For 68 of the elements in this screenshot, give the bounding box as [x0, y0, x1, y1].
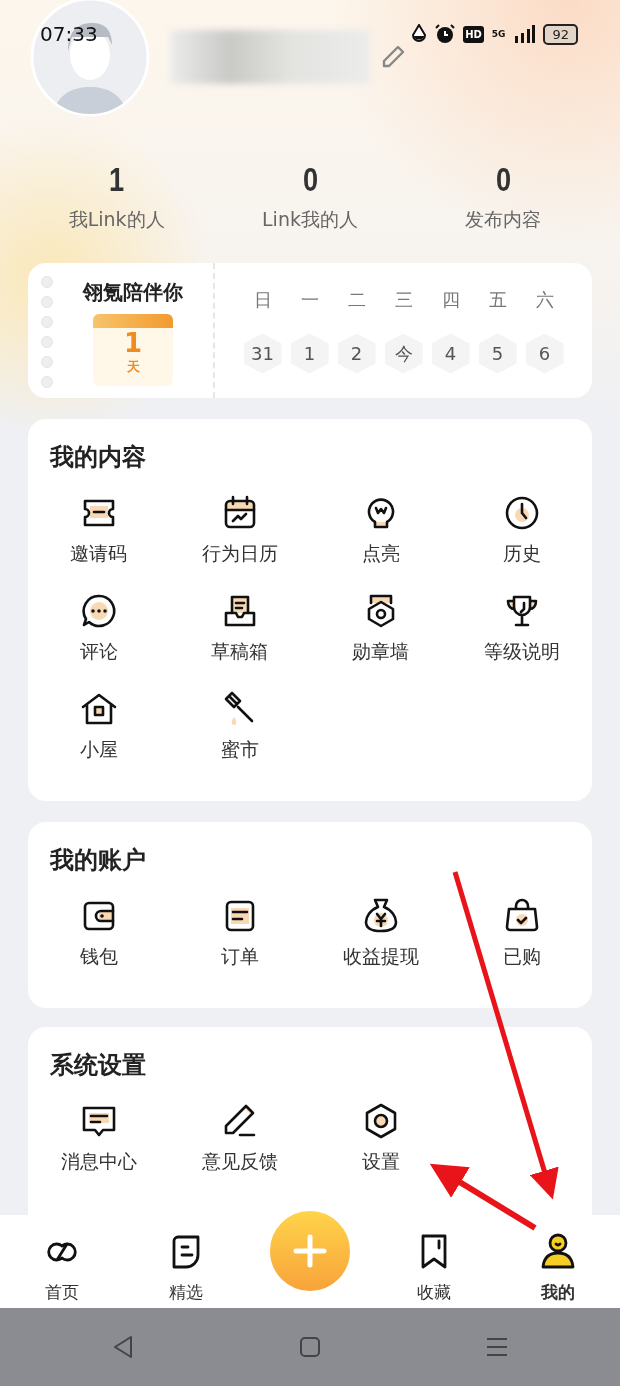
- clock-time: 07:33: [40, 22, 98, 46]
- back-icon[interactable]: [112, 1335, 135, 1359]
- stat-count: 0: [495, 160, 511, 199]
- stat-count: 0: [302, 160, 318, 199]
- date-cell: 今: [384, 333, 423, 374]
- menu-item-label[interactable]: 设置: [361, 1149, 400, 1175]
- companion-title: 翎氪陪伴你: [83, 279, 183, 306]
- menu-item-label[interactable]: 小屋: [79, 737, 118, 763]
- hd-badge: HD: [463, 25, 484, 43]
- date-cell: 1: [290, 333, 329, 374]
- menu-item-label[interactable]: 历史: [502, 541, 541, 567]
- tab-bar-item[interactable]: 收藏: [372, 1215, 496, 1308]
- tab-label: 首页: [45, 1281, 79, 1304]
- day-counter: 1 天: [93, 314, 173, 386]
- menu-item-label[interactable]: 评论: [79, 639, 118, 665]
- weekday-label: 二: [347, 287, 366, 312]
- date-cell: 6: [525, 333, 564, 374]
- menu-item-label[interactable]: 勋章墙: [352, 639, 409, 665]
- date-cell: 4: [431, 333, 470, 374]
- weekday-label: 五: [488, 287, 507, 312]
- menu-item-label[interactable]: 意见反馈: [201, 1149, 278, 1175]
- tab-label: 我的: [541, 1281, 575, 1304]
- plus-icon: [293, 1234, 327, 1268]
- network-type: 5G: [491, 29, 506, 39]
- section-title: 我的账户: [50, 845, 147, 876]
- binder-hole: [41, 376, 53, 388]
- menu-item-label[interactable]: 消息中心: [60, 1149, 137, 1175]
- binder-hole: [41, 276, 53, 288]
- stat-label[interactable]: Link我的人: [262, 207, 358, 233]
- binder-hole: [41, 336, 53, 348]
- menu-item-label[interactable]: 行为日历: [201, 541, 278, 567]
- tab-bar-item[interactable]: 首页: [0, 1215, 124, 1308]
- home-icon[interactable]: [299, 1336, 321, 1358]
- signal-icon: [513, 24, 536, 44]
- water-drop-icon: [411, 24, 428, 44]
- menu-item-label[interactable]: 收益提现: [342, 944, 419, 970]
- stat-label[interactable]: 发布内容: [465, 207, 542, 233]
- menu-item-label[interactable]: 邀请码: [70, 541, 127, 567]
- binder-hole: [41, 316, 53, 328]
- tab-label: 精选: [169, 1281, 203, 1304]
- menu-item-label[interactable]: 已购: [502, 944, 541, 970]
- weekday-label: 一: [300, 287, 319, 312]
- edit-icon[interactable]: [380, 44, 406, 70]
- date-cell: 31: [243, 333, 282, 374]
- weekday-label: 日: [253, 287, 272, 312]
- weekday-label: 六: [535, 287, 554, 312]
- weekday-label: 三: [394, 287, 413, 312]
- section-title: 系统设置: [50, 1050, 147, 1081]
- menu-item-label[interactable]: 钱包: [79, 944, 118, 970]
- alarm-clock-icon: [435, 24, 456, 44]
- menu-icon[interactable]: [485, 1336, 508, 1358]
- section-title: 我的内容: [50, 442, 147, 473]
- tab-label: 收藏: [417, 1281, 451, 1304]
- weekday-label: 四: [441, 287, 460, 312]
- binder-hole: [41, 296, 53, 308]
- menu-item-label[interactable]: 点亮: [361, 541, 400, 567]
- menu-item-label[interactable]: 蜜市: [220, 737, 259, 763]
- menu-item-label[interactable]: 订单: [220, 944, 259, 970]
- binder-hole: [41, 356, 53, 368]
- stat-count: 1: [109, 160, 125, 199]
- stat-label[interactable]: 我Link的人: [68, 207, 165, 233]
- menu-item-label[interactable]: 等级说明: [483, 639, 560, 665]
- date-cell: 2: [337, 333, 376, 374]
- tab-bar-item[interactable]: 我的: [496, 1215, 620, 1308]
- date-cell: 5: [478, 333, 517, 374]
- tab-bar-item[interactable]: 精选: [124, 1215, 248, 1308]
- menu-item-label[interactable]: 草稿箱: [211, 639, 268, 665]
- battery-level: 92: [543, 23, 578, 45]
